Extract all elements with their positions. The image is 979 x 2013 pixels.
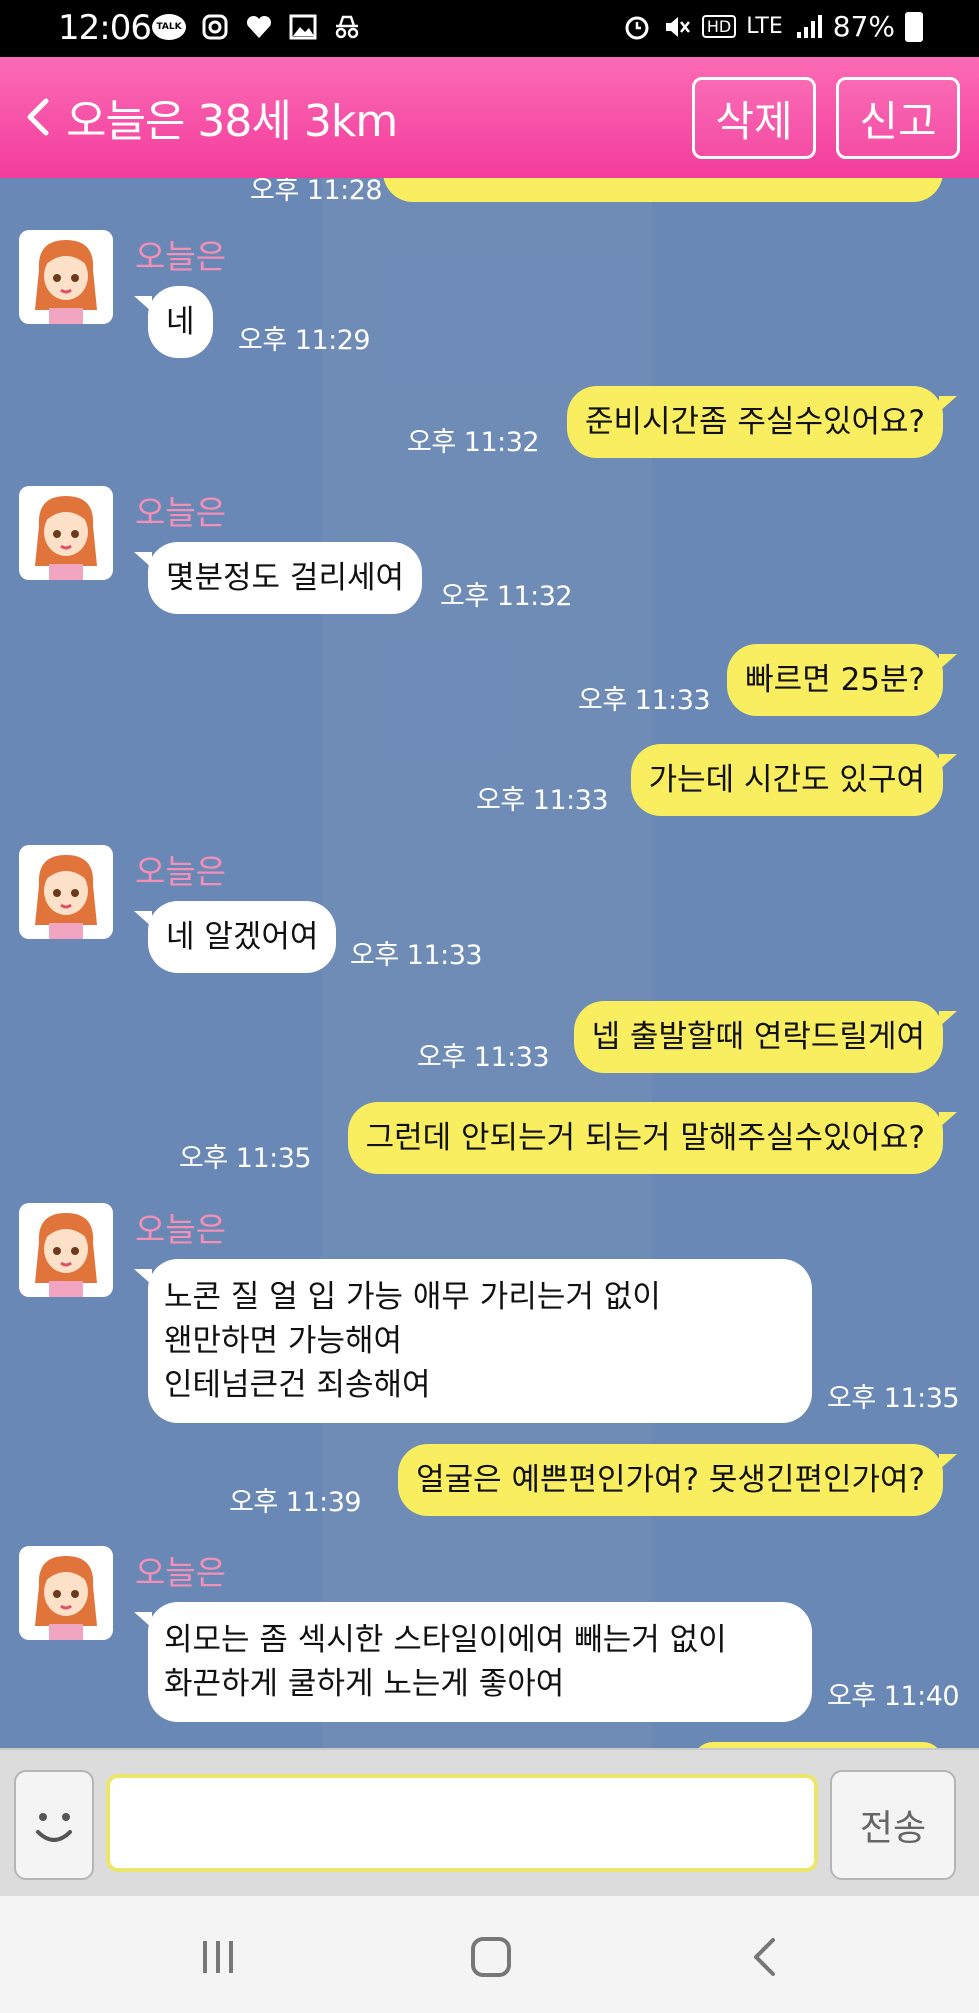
message-input[interactable] — [106, 1774, 818, 1872]
sender-name: 오늘은 — [135, 852, 227, 891]
avatar[interactable] — [19, 1203, 113, 1297]
network-type: LTE — [746, 14, 783, 39]
home-icon[interactable] — [466, 1932, 516, 1982]
message-text: 화끈하게 쿨하게 노는게 좋아여 — [164, 1666, 565, 1703]
image-icon — [289, 14, 317, 40]
message-text: 노콘 질 얼 입 가능 애무 가리는거 없이 — [164, 1279, 661, 1315]
delete-button[interactable]: 삭제 — [692, 77, 816, 159]
message-text: 넵 출발할때 연락드릴게여 — [591, 1019, 925, 1055]
chevron-left-icon[interactable] — [22, 97, 52, 137]
message-text: 몇분정도 걸리세여 — [166, 560, 405, 596]
clock: 12:06 — [58, 8, 152, 48]
sender-name: 오늘은 — [135, 237, 227, 276]
incoming-message-bubble[interactable]: 네 알겠어여 — [133, 901, 337, 974]
outgoing-message-bubble[interactable]: 넵 출발할때 연락드릴게여 — [573, 1001, 958, 1074]
system-nav-bar — [0, 1896, 979, 2013]
chat-header: 오늘은 38세 3km 삭제 신고 — [0, 57, 979, 178]
emoji-button[interactable] — [14, 1770, 94, 1880]
sender-name: 오늘은 — [135, 1210, 227, 1249]
incoming-message-bubble[interactable]: 노콘 질 얼 입 가능 애무 가리는거 없이 왠만하면 가능해여 인테넘큰건 죄… — [134, 1259, 812, 1424]
mute-icon — [665, 16, 690, 37]
incoming-message-bubble[interactable]: 외모는 좀 섹시한 스타일이에여 빼는거 없이 화끈하게 쿨하게 노는게 좋아여 — [134, 1602, 812, 1723]
incognito-icon — [335, 15, 359, 39]
message-text: 얼굴은 예쁜편인가여? 못생긴편인가여? — [416, 1462, 925, 1498]
message-text: 왠만하면 가능해여 — [164, 1323, 403, 1360]
message-text: 그런데 안되는거 되는거 말해주실수있어요? — [365, 1120, 925, 1156]
smiley-icon — [36, 1813, 72, 1842]
message-timestamp: 오후 11:40 — [827, 1681, 960, 1712]
message-timestamp: 오후 11:33 — [417, 1042, 550, 1073]
message-text: 인테넘큰건 죄송해여 — [164, 1367, 431, 1404]
alarm-icon — [625, 16, 649, 39]
message-text: 빠르면 25분? — [745, 662, 925, 698]
message-timestamp: 오후 11:28 — [250, 178, 383, 206]
partial-message-bubble — [383, 178, 943, 202]
sender-name: 오늘은 — [135, 493, 227, 532]
kakaotalk-icon: TALK — [152, 14, 186, 40]
outgoing-message-bubble[interactable]: 가는데 시간도 있구여 — [630, 744, 958, 817]
send-button[interactable]: 전송 — [830, 1770, 956, 1880]
outgoing-message-bubble[interactable]: 빠르면 25분? — [727, 644, 957, 717]
avatar[interactable] — [19, 230, 113, 324]
message-timestamp: 오후 11:32 — [407, 427, 540, 458]
message-text: 가는데 시간도 있구여 — [648, 762, 925, 798]
back-icon[interactable] — [741, 1932, 791, 1982]
outgoing-message-bubble[interactable]: 그런데 안되는거 되는거 말해주실수있어요? — [347, 1102, 958, 1175]
battery-icon — [905, 11, 923, 42]
signal-icon — [796, 14, 822, 38]
message-timestamp: 오후 11:29 — [238, 325, 371, 356]
chat-area[interactable]: 오후 11:28 오늘은 네 오후 11:29 오후 11:32 준비시간좀 주… — [0, 178, 979, 1748]
message-timestamp: 오후 11:39 — [229, 1487, 362, 1518]
instagram-icon — [202, 14, 228, 40]
incoming-message-bubble[interactable]: 네 — [134, 286, 213, 359]
message-timestamp: 오후 11:32 — [440, 581, 573, 612]
message-text: 네 — [166, 304, 195, 340]
incoming-message-bubble[interactable]: 몇분정도 걸리세여 — [133, 542, 423, 615]
avatar[interactable] — [19, 1546, 113, 1640]
message-timestamp: 오후 11:35 — [827, 1383, 960, 1414]
message-timestamp: 오후 11:33 — [578, 685, 711, 716]
input-bar: 전송 — [0, 1748, 979, 1896]
heart-icon — [246, 15, 272, 38]
hd-icon: HD — [701, 15, 737, 38]
chat-title: 오늘은 38세 3km — [66, 96, 398, 147]
message-text: 준비시간좀 주실수있어요? — [584, 404, 925, 440]
message-text: 네 알겠어여 — [166, 919, 319, 955]
avatar[interactable] — [19, 845, 113, 939]
message-text: 외모는 좀 섹시한 스타일이에여 빼는거 없이 — [164, 1622, 727, 1658]
outgoing-message-bubble[interactable]: 준비시간좀 주실수있어요? — [566, 386, 958, 459]
recent-apps-icon[interactable] — [193, 1932, 243, 1982]
battery-percent: 87% — [832, 10, 895, 43]
sender-name: 오늘은 — [135, 1553, 227, 1592]
avatar[interactable] — [19, 486, 113, 580]
report-button[interactable]: 신고 — [836, 77, 960, 159]
message-timestamp: 오후 11:35 — [179, 1143, 312, 1174]
message-timestamp: 오후 11:33 — [350, 940, 483, 971]
message-timestamp: 오후 11:33 — [476, 785, 609, 816]
outgoing-message-bubble[interactable]: 얼굴은 예쁜편인가여? 못생긴편인가여? — [398, 1444, 957, 1517]
status-bar: 12:06 TALK HD LTE 87% — [0, 0, 979, 57]
